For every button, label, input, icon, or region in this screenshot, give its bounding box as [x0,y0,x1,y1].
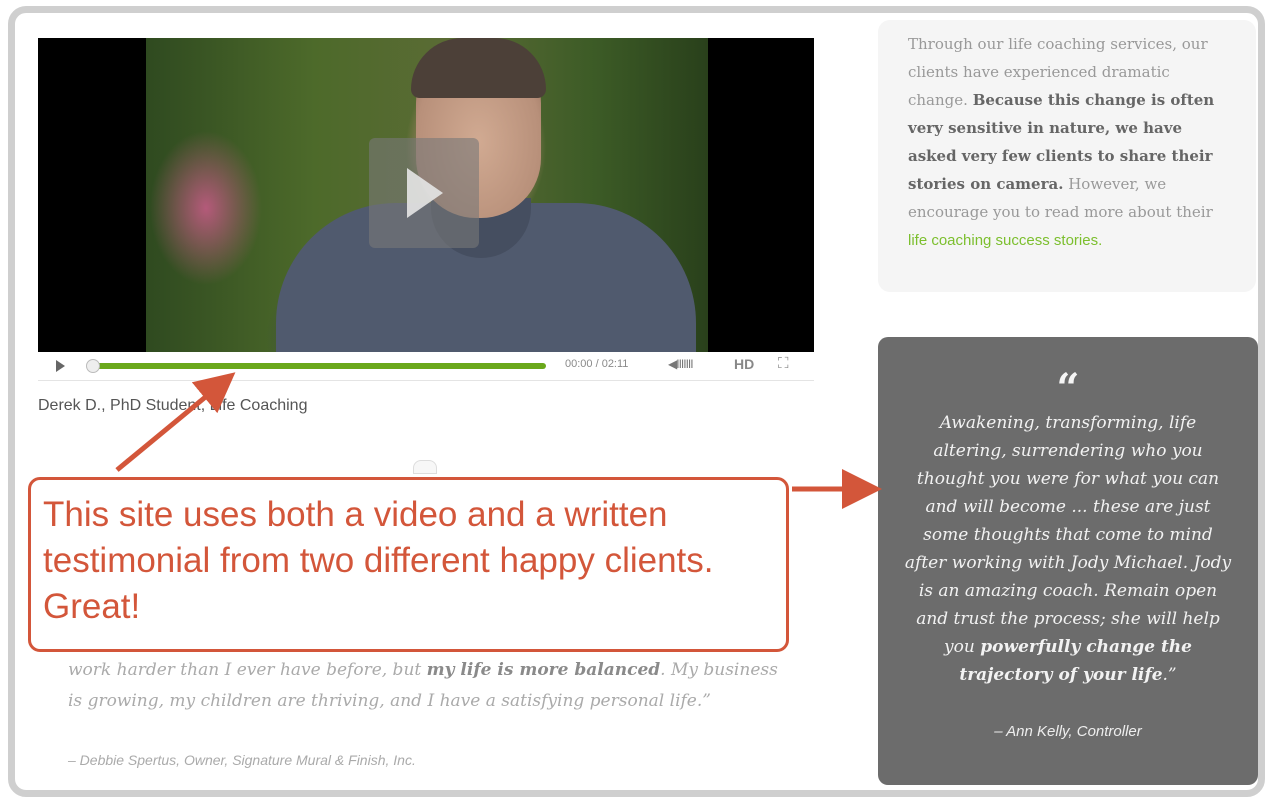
arrow-to-video [115,372,236,472]
annotation-arrows [115,372,882,509]
